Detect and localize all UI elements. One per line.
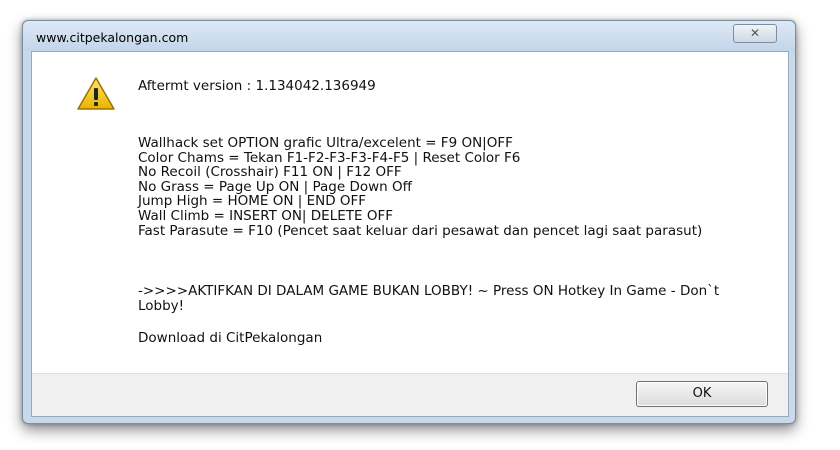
close-button[interactable]: ✕ (733, 24, 777, 43)
hotkey-line-no-grass: No Grass = Page Up ON | Page Down Off (138, 178, 412, 195)
close-icon: ✕ (749, 26, 761, 40)
download-text: Download di CitPekalongan (138, 330, 323, 346)
hotkey-line-wallhack: Wallhack set OPTION grafic Ultra/excelen… (138, 135, 513, 151)
version-text: Aftermt version : 1.134042.136949 (138, 78, 376, 94)
notice-text: ->>>>AKTIFKAN DI DALAM GAME BUKAN LOBBY!… (138, 283, 720, 314)
hotkey-line-jump-high: Jump High = HOME ON | END OFF (138, 193, 367, 210)
ok-button[interactable]: OK (636, 381, 768, 407)
title-bar[interactable]: www.citpekalongan.com ✕ (23, 21, 795, 51)
hotkey-line-wall-climb: Wall Climb = INSERT ON| DELETE OFF (138, 207, 393, 224)
dialog-window: www.citpekalongan.com ✕ Aftermt version … (22, 20, 796, 424)
hotkey-line-color-chams: Color Chams = Tekan F1-F2-F3-F3-F4-F5 | … (138, 149, 521, 166)
hotkey-list: Wallhack set OPTION grafic Ultra/excelen… (138, 136, 758, 238)
window-title: www.citpekalongan.com (36, 30, 189, 45)
button-bar: OK (32, 373, 788, 416)
hotkey-line-no-recoil: No Recoil (Crosshair) F11 ON | F12 OFF (138, 164, 402, 181)
message-area: Aftermt version : 1.134042.136949 Wallha… (31, 51, 789, 417)
warning-icon (77, 77, 115, 110)
hotkey-line-fast-parasute: Fast Parasute = F10 (Pencet saat keluar … (138, 222, 703, 239)
